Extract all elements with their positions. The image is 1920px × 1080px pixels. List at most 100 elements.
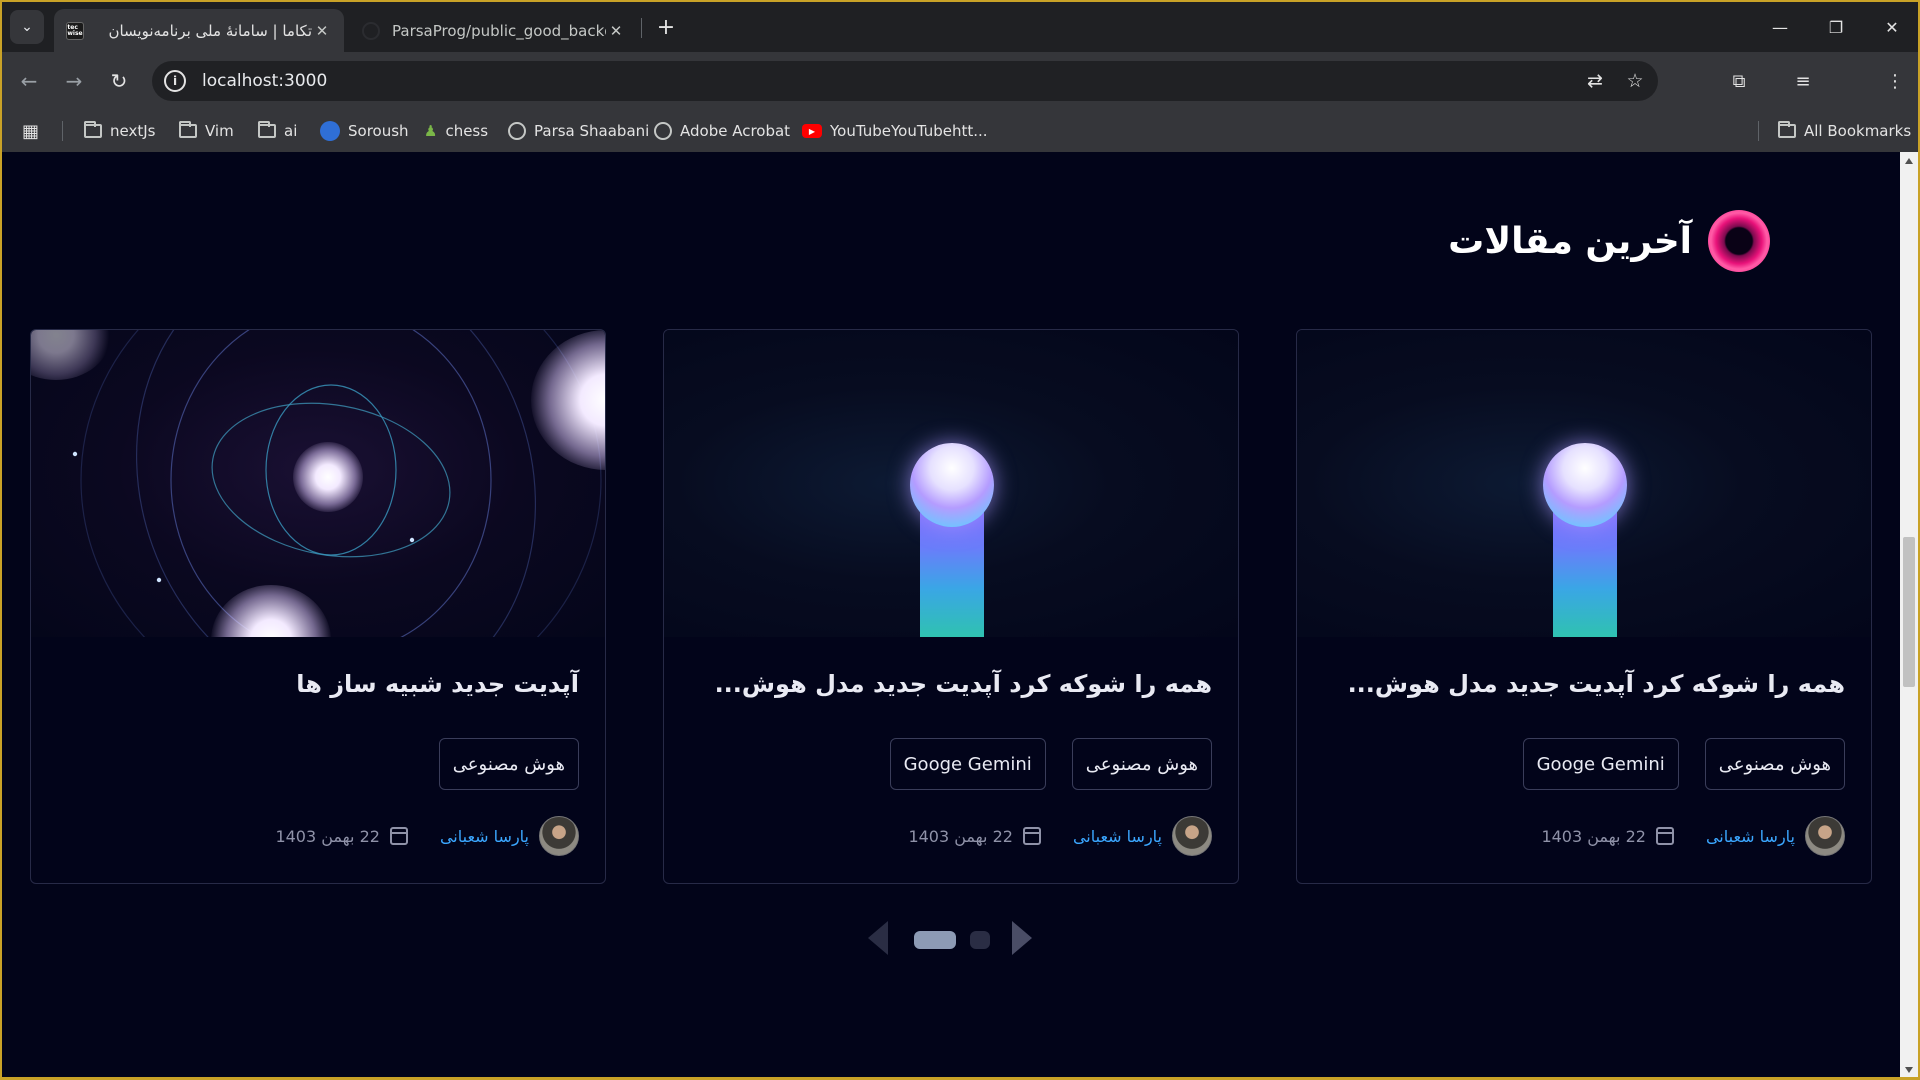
- calendar-icon: [1655, 827, 1674, 845]
- bookmark-label: ai: [284, 122, 298, 140]
- close-icon[interactable]: ✕: [312, 22, 332, 40]
- calendar-icon: [389, 827, 408, 845]
- youtube-icon: ▶: [802, 124, 822, 138]
- tab-divider: [641, 18, 642, 38]
- globe-icon: [654, 122, 672, 140]
- bookmark-label: Parsa Shaabani: [534, 122, 650, 140]
- article-meta: پارسا شعبانی 22 بهمن 1403: [1541, 816, 1845, 856]
- author-name[interactable]: پارسا شعبانی: [440, 827, 529, 846]
- bookmark-chess[interactable]: ♟ chess: [424, 110, 488, 152]
- article-title[interactable]: همه را شوکه کرد آپدیت جدید مدل هوش...: [1348, 670, 1845, 698]
- pagination-dot-active[interactable]: [914, 931, 956, 949]
- glow-orb-shape: [910, 443, 994, 527]
- publish-date: 22 بهمن 1403: [908, 826, 1013, 846]
- author-name[interactable]: پارسا شعبانی: [1706, 827, 1795, 846]
- bookmark-soroush[interactable]: Soroush: [320, 110, 409, 152]
- article-title[interactable]: همه را شوکه کرد آپدیت جدید مدل هوش...: [715, 670, 1212, 698]
- bookmarks-divider: [62, 121, 63, 141]
- minimize-button[interactable]: —: [1760, 10, 1800, 44]
- next-arrow-icon[interactable]: [1012, 921, 1032, 955]
- bookmark-star-icon[interactable]: ☆: [1618, 64, 1652, 98]
- url-text[interactable]: localhost:3000: [202, 71, 1578, 91]
- chess-icon: ♟: [424, 122, 438, 140]
- tag-chip[interactable]: هوش مصنوعی: [1704, 738, 1845, 790]
- tab-github[interactable]: ParsaProg/public_good_backgr ✕: [350, 9, 638, 52]
- folder-icon: [1778, 121, 1796, 138]
- scroll-up-icon[interactable]: [1905, 158, 1913, 164]
- scrollbar-thumb[interactable]: [1903, 537, 1915, 687]
- tag-chip[interactable]: Googe Gemini: [1522, 738, 1679, 790]
- prev-arrow-icon[interactable]: [868, 921, 888, 955]
- section-title: آخرین مقالات: [1448, 220, 1692, 262]
- bookmark-label: YouTubeYouTubehtt...: [830, 122, 988, 140]
- tecwise-logo-icon: tec wise: [66, 21, 84, 40]
- tag-chip[interactable]: Googe Gemini: [889, 738, 1046, 790]
- target-ring-icon: [1708, 210, 1770, 272]
- article-card[interactable]: آپدیت جدید شبیه ساز ها هوش مصنوعی پارسا …: [30, 329, 606, 884]
- author-avatar: [1172, 816, 1212, 856]
- back-button[interactable]: ←: [12, 64, 46, 98]
- close-window-button[interactable]: ✕: [1872, 10, 1912, 44]
- page-scrollbar[interactable]: [1900, 152, 1918, 1077]
- tag-chip[interactable]: هوش مصنوعی: [1071, 738, 1212, 790]
- article-thumbnail[interactable]: [664, 330, 1238, 637]
- chevron-down-icon: ⌄: [21, 19, 33, 35]
- apps-grid-icon[interactable]: ▦: [22, 110, 39, 152]
- tag-chip[interactable]: هوش مصنوعی: [438, 738, 579, 790]
- page-viewport: آخرین مقالات همه را شوکه کرد آپدیت جدید …: [2, 152, 1900, 1077]
- globe-icon: [508, 122, 526, 140]
- pagination-dot[interactable]: [970, 931, 990, 949]
- bookmark-parsa[interactable]: Parsa Shaabani: [508, 110, 649, 152]
- address-bar[interactable]: i localhost:3000 ⇄ ☆: [152, 61, 1658, 101]
- article-thumbnail[interactable]: [31, 330, 605, 637]
- bookmarks-divider: [1758, 121, 1759, 141]
- kebab-menu-icon[interactable]: ⋮: [1878, 64, 1912, 98]
- bookmark-label: nextJs: [110, 122, 156, 140]
- soroush-icon: [320, 121, 340, 141]
- bookmark-ai[interactable]: ai: [258, 110, 297, 152]
- publish-date: 22 بهمن 1403: [1541, 826, 1646, 846]
- github-icon: [362, 21, 380, 40]
- restore-button[interactable]: ❐: [1816, 10, 1856, 44]
- article-card[interactable]: همه را شوکه کرد آپدیت جدید مدل هوش... هو…: [663, 329, 1239, 884]
- bookmark-youtube[interactable]: ▶ YouTubeYouTubehtt...: [802, 110, 988, 152]
- article-title[interactable]: آپدیت جدید شبیه ساز ها: [296, 670, 579, 698]
- calendar-icon: [1022, 827, 1041, 845]
- center-star-shape: [293, 442, 363, 512]
- new-tab-button[interactable]: +: [652, 13, 680, 41]
- all-bookmarks-label: All Bookmarks: [1804, 122, 1912, 140]
- bookmark-label: Adobe Acrobat: [680, 122, 791, 140]
- section-header: آخرین مقالات: [1448, 210, 1770, 272]
- tab-search-button[interactable]: ⌄: [10, 10, 44, 44]
- all-bookmarks-button[interactable]: All Bookmarks: [1778, 110, 1911, 152]
- article-card[interactable]: همه را شوکه کرد آپدیت جدید مدل هوش... هو…: [1296, 329, 1872, 884]
- tab-tecama[interactable]: tec wise تکاما | سامانهٔ ملی برنامه‌نویسا…: [54, 9, 344, 52]
- article-thumbnail[interactable]: [1297, 330, 1871, 637]
- bookmark-acrobat[interactable]: Adobe Acrobat: [654, 110, 790, 152]
- tab-title: تکاما | سامانهٔ ملی برنامه‌نویسان: [108, 21, 312, 40]
- bookmark-nextjs[interactable]: nextJs: [84, 110, 155, 152]
- author-name[interactable]: پارسا شعبانی: [1073, 827, 1162, 846]
- folder-icon: [84, 121, 102, 138]
- scroll-down-icon[interactable]: [1905, 1067, 1913, 1073]
- media-control-icon[interactable]: ≡: [1786, 64, 1820, 98]
- translate-icon[interactable]: ⇄: [1578, 64, 1612, 98]
- browser-toolbar: ← → ↻ i localhost:3000 ⇄ ☆ 17 ⧉ ≡ ⋮: [2, 52, 1918, 145]
- browser-window: ⌄ tec wise تکاما | سامانهٔ ملی برنامه‌نوی…: [0, 0, 1920, 1080]
- tab-title: ParsaProg/public_good_backgr: [392, 21, 606, 40]
- folder-icon: [258, 121, 276, 138]
- article-meta: پارسا شعبانی 22 بهمن 1403: [908, 816, 1212, 856]
- bookmark-label: Soroush: [348, 122, 409, 140]
- article-tags: هوش مصنوعی Googe Gemini: [889, 738, 1212, 790]
- forward-button[interactable]: →: [57, 64, 91, 98]
- close-icon[interactable]: ✕: [606, 22, 626, 40]
- bookmark-vim[interactable]: Vim: [179, 110, 234, 152]
- site-info-icon[interactable]: i: [164, 70, 186, 92]
- reload-button[interactable]: ↻: [102, 64, 136, 98]
- author-avatar: [539, 816, 579, 856]
- bookmarks-bar: ▦ nextJs Vim ai Soroush ♟ chess Parsa Sh…: [2, 110, 1918, 152]
- article-tags: هوش مصنوعی Googe Gemini: [1522, 738, 1845, 790]
- author-avatar: [1805, 816, 1845, 856]
- extensions-puzzle-icon[interactable]: ⧉: [1722, 64, 1756, 98]
- publish-date: 22 بهمن 1403: [275, 826, 380, 846]
